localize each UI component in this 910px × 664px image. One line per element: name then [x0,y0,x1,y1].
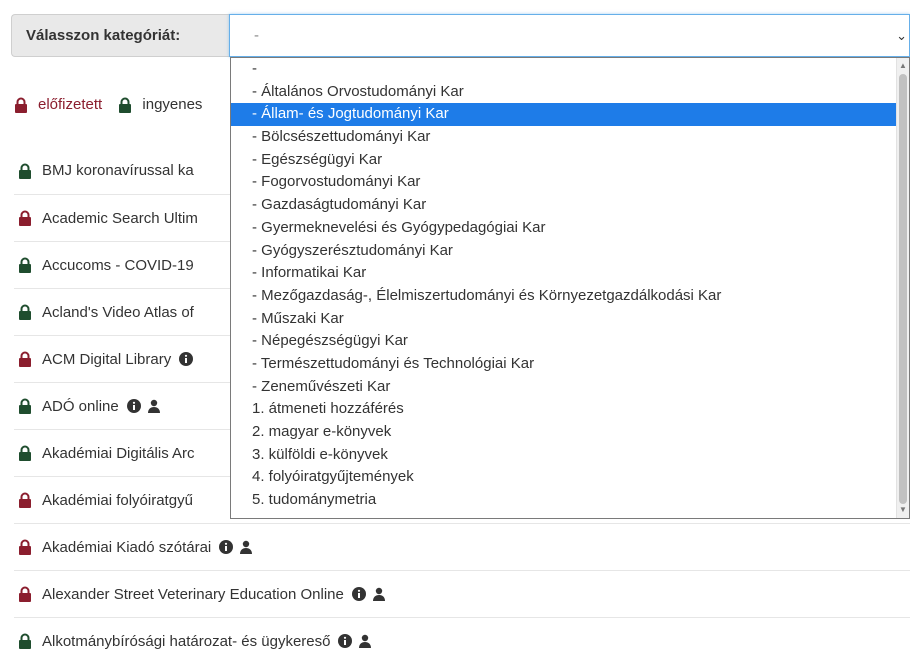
resource-row[interactable]: Akadémiai Kiadó szótárai [14,523,910,570]
lock-icon [18,351,32,367]
lock-icon [18,445,32,461]
dropdown-option[interactable]: - Mezőgazdaság-, Élelmiszertudományi és … [231,285,909,308]
lock-icon [18,633,32,649]
dropdown-option[interactable]: - Műszaki Kar [231,308,909,331]
dropdown-option[interactable]: - Gyermeknevelési és Gyógypedagógiai Kar [231,217,909,240]
category-dropdown[interactable]: -- Általános Orvostudományi Kar - Állam- … [230,57,910,519]
access-legend: előfizetett ingyenes [14,96,214,117]
lock-icon [18,539,32,555]
dropdown-option[interactable]: - Zeneművészeti Kar [231,376,909,399]
dropdown-scrollbar[interactable]: ▲ ▼ [896,58,909,518]
dropdown-option[interactable]: - Állam- és Jogtudományi Kar [231,103,909,127]
dropdown-option[interactable]: - Gyógyszerésztudományi Kar [231,240,909,263]
resource-name[interactable]: Akadémiai Digitális Arc [42,445,195,462]
dropdown-option[interactable]: - Informatikai Kar [231,262,909,285]
scroll-up-icon[interactable]: ▲ [897,60,909,72]
dropdown-option[interactable]: 5. tudománymetria [231,489,909,512]
resource-name[interactable]: Accucoms - COVID-19 [42,257,194,274]
user-icon [372,587,386,601]
resource-row[interactable]: Alkotmánybírósági határozat- és ügykeres… [14,617,910,664]
scroll-down-icon[interactable]: ▼ [897,504,909,516]
lock-icon [18,398,32,414]
user-icon [147,399,161,413]
info-icon[interactable] [126,399,141,413]
dropdown-option[interactable]: 3. külföldi e-könyvek [231,444,909,467]
category-filter: Válasszon kategóriát: - ⌄ [11,14,910,57]
legend-paid: előfizetett [14,96,102,113]
category-select[interactable]: - ⌄ [229,14,910,57]
info-icon[interactable] [179,352,194,366]
dropdown-option[interactable]: - Általános Orvostudományi Kar [231,81,909,104]
legend-free: ingyenes [118,96,202,113]
resource-row[interactable]: Alexander Street Veterinary Education On… [14,570,910,617]
lock-icon [118,97,132,113]
dropdown-option[interactable]: - Gazdaságtudományi Kar [231,194,909,217]
info-icon[interactable] [219,540,234,554]
dropdown-option[interactable]: - Népegészségügyi Kar [231,330,909,353]
info-icon[interactable] [351,587,366,601]
resource-name[interactable]: Akadémiai Kiadó szótárai [42,539,211,556]
user-icon [358,634,372,648]
dropdown-options: -- Általános Orvostudományi Kar - Állam- … [231,58,909,512]
lock-icon [18,492,32,508]
resource-name[interactable]: Acland's Video Atlas of [42,304,194,321]
dropdown-option[interactable]: - Egészségügyi Kar [231,149,909,172]
category-selected-value: - [254,27,259,44]
legend-paid-label: előfizetett [38,96,103,113]
chevron-down-icon: ⌄ [896,28,907,43]
resource-name[interactable]: BMJ koronavírussal ka [42,162,194,179]
dropdown-option[interactable]: - Bölcsészettudományi Kar [231,126,909,149]
category-label: Válasszon kategóriát: [11,14,229,57]
user-icon [239,540,253,554]
resource-name[interactable]: Alkotmánybírósági határozat- és ügykeres… [42,633,330,650]
lock-icon [18,586,32,602]
info-icon[interactable] [338,634,353,648]
lock-icon [18,257,32,273]
lock-icon [18,210,32,226]
dropdown-option[interactable]: - [231,58,909,81]
legend-free-label: ingyenes [142,96,203,113]
dropdown-option[interactable]: 4. folyóiratgyűjtemények [231,466,909,489]
dropdown-option[interactable]: 1. átmeneti hozzáférés [231,398,909,421]
scrollbar-thumb[interactable] [899,74,907,504]
lock-icon [18,163,32,179]
lock-icon [14,97,28,113]
resource-name[interactable]: Academic Search Ultim [42,210,198,227]
dropdown-option[interactable]: - Természettudományi és Technológiai Kar [231,353,909,376]
dropdown-option[interactable]: - Fogorvostudományi Kar [231,171,909,194]
resource-name[interactable]: ACM Digital Library [42,351,171,368]
dropdown-option[interactable]: 2. magyar e-könyvek [231,421,909,444]
resource-name[interactable]: ADÓ online [42,398,119,415]
lock-icon [18,304,32,320]
resource-name[interactable]: Alexander Street Veterinary Education On… [42,586,344,603]
resource-name[interactable]: Akadémiai folyóiratgyű [42,492,193,509]
